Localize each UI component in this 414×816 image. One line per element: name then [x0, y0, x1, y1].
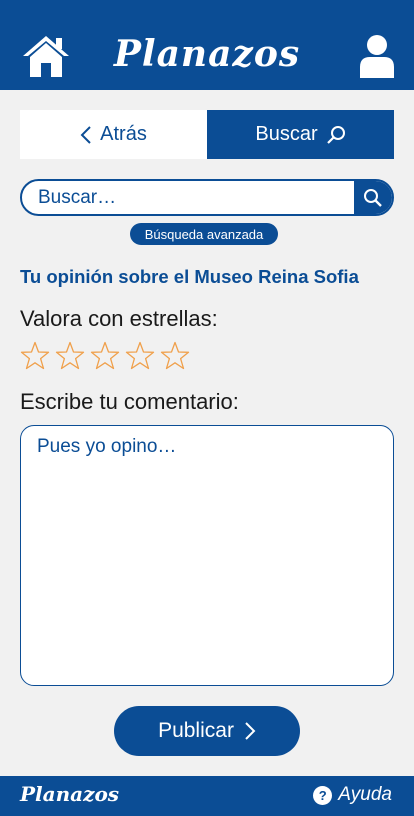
back-button[interactable]: Atrás — [20, 110, 207, 159]
publish-button[interactable]: Publicar — [114, 706, 300, 756]
back-label: Atrás — [100, 123, 147, 145]
search-input[interactable] — [22, 181, 356, 214]
star-icon-4[interactable] — [125, 341, 155, 371]
profile-button[interactable] — [358, 34, 396, 78]
advanced-search-button[interactable]: Búsqueda avanzada — [130, 223, 278, 245]
search-bar — [20, 179, 394, 216]
comment-label: Escribe tu comentario: — [20, 389, 239, 414]
search-icon — [364, 188, 382, 207]
search-submit-button[interactable] — [354, 181, 392, 214]
app-footer: Planazos ? Ayuda — [0, 776, 414, 816]
help-icon: ? — [313, 785, 333, 805]
star-rating — [20, 341, 190, 371]
rating-label: Valora con estrellas: — [20, 306, 218, 331]
search-tab-button[interactable]: Buscar — [207, 110, 394, 159]
star-icon-3[interactable] — [90, 341, 120, 371]
star-icon-1[interactable] — [20, 341, 50, 371]
user-icon — [360, 35, 394, 78]
star-icon-5[interactable] — [160, 341, 190, 371]
nav-bar: Atrás Buscar — [20, 110, 394, 159]
review-title: Tu opinión sobre el Museo Reina Sofia — [20, 266, 359, 287]
help-link[interactable]: ? Ayuda — [313, 784, 392, 806]
search-icon — [326, 125, 345, 144]
star-icon-2[interactable] — [55, 341, 85, 371]
search-tab-label: Buscar — [255, 123, 318, 145]
chevron-left-icon — [80, 125, 91, 144]
app-header: Planazos — [0, 0, 414, 90]
help-label: Ayuda — [338, 784, 392, 805]
footer-logo: Planazos — [20, 782, 120, 806]
chevron-right-icon — [245, 722, 256, 740]
app-logo: Planazos — [113, 33, 301, 75]
comment-textarea[interactable] — [20, 425, 394, 686]
publish-label: Publicar — [158, 719, 234, 742]
